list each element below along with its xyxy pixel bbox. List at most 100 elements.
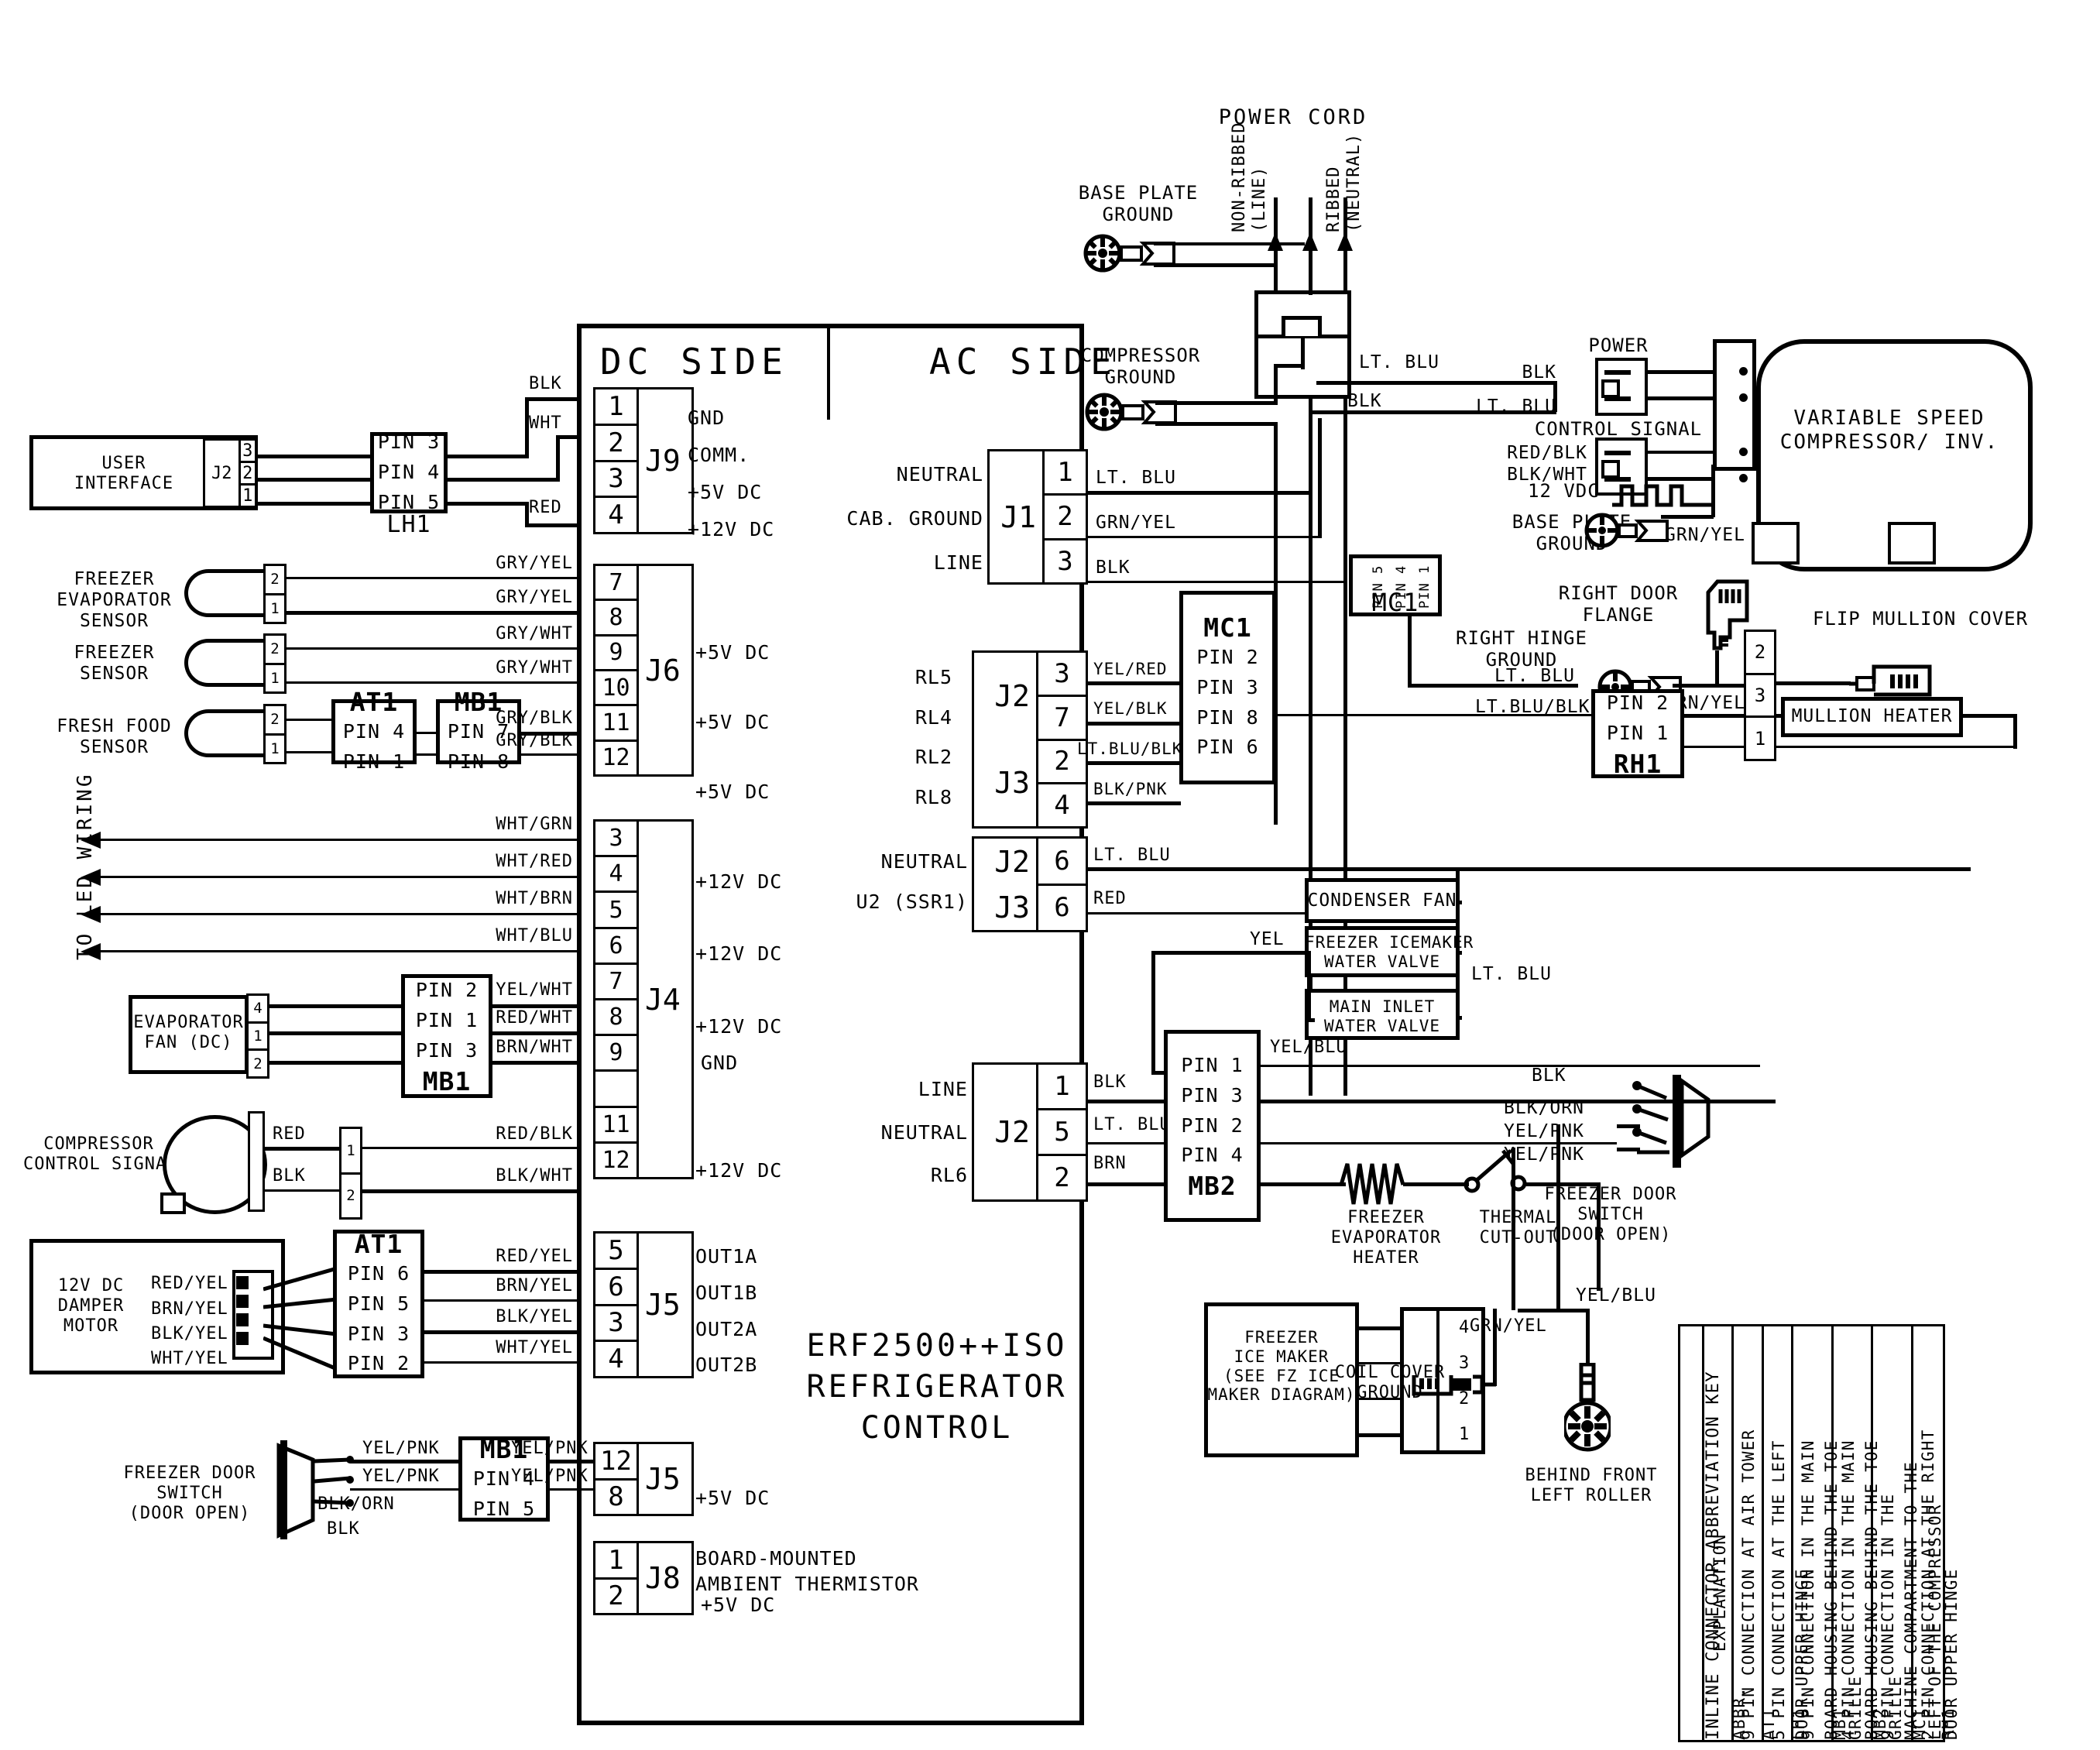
hinge-gnd-wire	[1673, 684, 1750, 688]
ltblu-valve-label: LT. BLU	[1471, 964, 1552, 984]
right-door-flange-label: RIGHT DOOR FLANGE	[1558, 582, 1679, 626]
j9-pin-1: 1	[595, 389, 637, 426]
abbrev-row-mb2: 4 PIN CONNECTION IN THE MAIN BOARD HOUSI…	[1834, 1326, 1904, 1740]
led-wire-3	[99, 913, 577, 915]
evap-fan-w3	[269, 1061, 401, 1065]
at1-damper-pin-2: PIN 2	[347, 1352, 410, 1375]
ltblu-label-1: LT. BLU	[1359, 352, 1439, 372]
power-ltblu-label: LT. BLU	[1476, 396, 1556, 417]
j6-name: J6	[645, 653, 681, 688]
neutral-mid-label: NEUTRAL	[880, 850, 968, 873]
j1-label-neutral: NEUTRAL	[896, 463, 983, 486]
ac-board-top	[827, 324, 1083, 328]
connector-j2-low: 1 5 2 J2	[972, 1062, 1088, 1202]
abbreviation-key-table: INLINE CONNECTOR ABBREVIATION KEY EXPLAN…	[1678, 1324, 1961, 1742]
fes-wire-label-2: GRY/YEL	[496, 588, 573, 607]
relay-wire-1	[1088, 681, 1181, 685]
icemaker-pin-1: 1	[1459, 1425, 1470, 1444]
fds-left-wire-label-3: BLK/ORN	[317, 1494, 395, 1514]
abbrev-header-explanation: EXPLANATION	[1711, 1533, 1730, 1652]
comp-dot-2	[1739, 393, 1748, 402]
mullion-pin-1: 1	[1754, 727, 1766, 750]
freezer-door-switch-right-label: FREEZER DOOR SWITCH (DOOR OPEN)	[1544, 1185, 1677, 1244]
mullion-pin-3: 3	[1746, 675, 1774, 719]
fds-left-wire-label-4: BLK	[327, 1519, 360, 1539]
fan-wire-label-3: BRN/WHT	[496, 1038, 573, 1057]
fds-right-wire-1: BLK	[1532, 1065, 1566, 1086]
damper-fanout-wires	[263, 1266, 337, 1371]
j4-pin-6: 6	[595, 929, 637, 965]
ffs-wire-label-1: GRY/BLK	[496, 709, 573, 728]
fs-pin-1: 1	[270, 669, 280, 687]
plug-out-blk	[1309, 410, 1388, 414]
mb2-pin-2: PIN 2	[1181, 1113, 1244, 1137]
rh1-wire-1: LT. BLU	[1494, 666, 1575, 686]
ccs-pin-1: 1	[341, 1129, 360, 1175]
j4-pin-5: 5	[595, 893, 637, 929]
ccs-foot	[160, 1192, 186, 1214]
fs-wire-label-1: GRY/WHT	[496, 624, 573, 643]
damper-pin-c	[236, 1313, 249, 1326]
j4-func-3: +12V DC	[695, 1015, 783, 1038]
j1-label-cabground: CAB. GROUND	[846, 507, 983, 530]
at1-sensor-pin-4: PIN 4	[342, 719, 406, 743]
ccs-pin-2: 2	[346, 1187, 355, 1205]
lh1-pin-2: PIN 4	[377, 461, 441, 484]
at1-damper-pin-3: PIN 3	[347, 1322, 410, 1345]
ui-out-wht-v	[556, 435, 560, 482]
ground-screw-icon-1	[1083, 234, 1175, 273]
evap-fan-pin-2: 2	[253, 1055, 262, 1072]
relay-pin-3: 3	[1038, 653, 1086, 697]
evaporator-fan-label: EVAPORATOR FAN (DC)	[133, 1013, 244, 1052]
fresh-food-sensor-body	[184, 709, 269, 757]
ui-conn-name: J2	[211, 463, 232, 483]
damper-out-label-3: BLK/YEL	[496, 1307, 573, 1326]
j8-func-1: BOARD-MOUNTED AMBIENT THERMISTOR	[695, 1547, 919, 1595]
relay-pin-7: 7	[1038, 697, 1086, 741]
fs-pin-2: 2	[266, 636, 284, 665]
main-inlet-valve-label: MAIN INLET WATER VALVE	[1323, 997, 1441, 1035]
ccs-wire-out-2: BLK/WHT	[496, 1166, 573, 1186]
j9-pin-2: 2	[595, 426, 637, 462]
relay-wire-4	[1088, 801, 1181, 805]
rh1-out-1	[1684, 746, 1746, 748]
low-wire-label-3: BRN	[1093, 1154, 1127, 1173]
neutral-wire-label-2: RED	[1093, 889, 1127, 908]
j5a-func-4: OUT2B	[695, 1354, 758, 1376]
rl4-label: RL4	[914, 706, 952, 729]
mc1-top-name: MC1	[1371, 588, 1419, 617]
mc1-relay-pin-3: PIN 3	[1196, 675, 1259, 698]
bpg-wire-h2	[1154, 263, 1274, 267]
power-cord-label: POWER CORD	[1218, 105, 1368, 129]
led-arrow-3	[81, 906, 101, 923]
ccs-out-1	[362, 1147, 577, 1149]
icemaker-lead-1	[1359, 1326, 1402, 1330]
connector-j1: 1 2 3 J1	[987, 449, 1088, 585]
valve-yel-feed-v	[1151, 951, 1155, 1073]
wiring-diagram-sheet: DC SIDE AC SIDE ERF2500++ISO REFRIGERATO…	[0, 0, 2100, 1750]
j1-wire-label-2: GRN/YEL	[1096, 513, 1176, 533]
ground-screw-icon-roller	[1564, 1363, 1611, 1452]
rl6-label: RL6	[930, 1164, 968, 1186]
j5a-pin-5: 5	[595, 1234, 637, 1270]
freezer-sensor-conn: 2 1	[263, 633, 287, 694]
rl8-label: RL8	[914, 786, 952, 808]
fds-out-label-2: YEL/PNK	[511, 1467, 588, 1486]
valve-bridge-l	[1307, 951, 1311, 1021]
fes-pin-1: 1	[270, 599, 280, 617]
lh1-pin-1: PIN 3	[377, 431, 441, 454]
led-arrow-4	[81, 943, 101, 960]
neutral-pin-6b: 6	[1054, 892, 1070, 924]
j6-pin-10: 10	[595, 671, 637, 707]
j1-wire-2	[1088, 536, 1320, 538]
ui-out-wht-h2	[556, 435, 577, 439]
mc1-relay-pin-2: PIN 2	[1196, 646, 1259, 668]
evap-fan-w2	[269, 1031, 401, 1035]
neutral-low-label: NEUTRAL	[880, 1121, 968, 1144]
ui-wire-c	[258, 502, 371, 506]
mc1-relay-connector: MC1 PIN 2 PIN 3 PIN 8 PIN 6	[1179, 591, 1276, 784]
j9-pin-3: 3	[595, 462, 637, 499]
mullion-pin-2: 2	[1746, 632, 1774, 675]
relay-j2-name: J2	[994, 679, 1030, 713]
roller-gnd-v	[1586, 1309, 1590, 1364]
